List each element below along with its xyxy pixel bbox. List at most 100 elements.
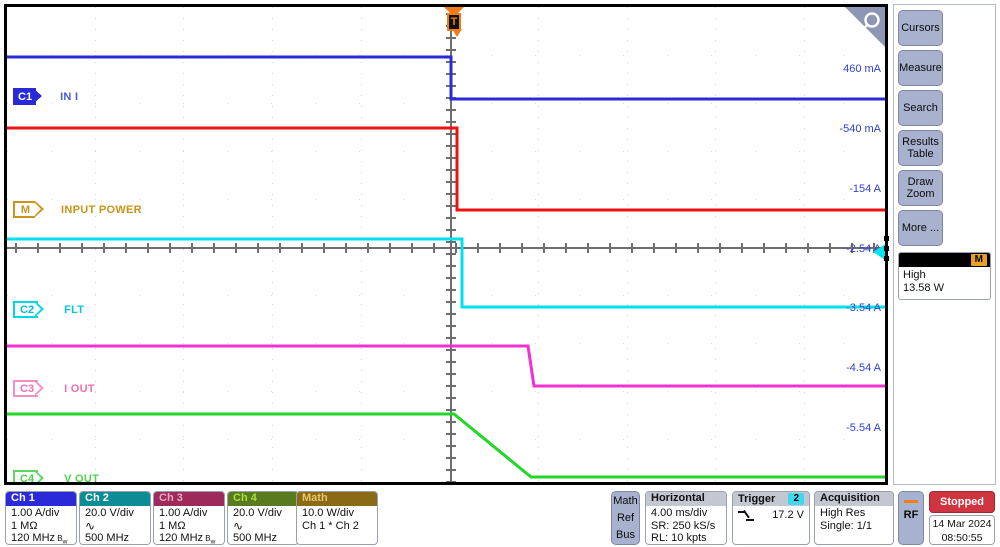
channel-tag-c4[interactable]: C4 V OUT (13, 470, 100, 485)
horizontal-card-lines: 4.00 ms/div SR: 250 kS/s RL: 10 kpts (646, 506, 726, 544)
trace-v-out (7, 412, 885, 479)
channel-card-lines-ch4: 20.0 V/div ∿ 500 MHz (228, 506, 298, 544)
channel-card-lines-ch1: 1.00 A/div 1 MΩ 120 MHz Bw (6, 506, 76, 545)
measure-button[interactable]: Measure (898, 50, 943, 86)
right-panel-buttons: Cursors Measure Search Results Table Dra… (894, 5, 995, 246)
results-table-button[interactable]: Results Table (898, 130, 943, 166)
measurement-source-header: M (899, 253, 990, 267)
trace-flt (7, 237, 885, 309)
acquisition-mode: High Res (820, 507, 866, 519)
measurement-source-badge: M (970, 254, 987, 266)
ch1-bandwidth: 120 MHz Bw (11, 532, 68, 545)
channel-tag-c2[interactable]: C2 FLT (13, 301, 84, 318)
channel-card-ch4[interactable]: Ch 4 20.0 V/div ∿ 500 MHz (227, 491, 299, 545)
ref-label: Ref (616, 512, 635, 524)
ch1-impedance: 1 MΩ (11, 519, 38, 532)
value-label-1: -540 mA (839, 123, 881, 135)
channel-label-c3: I OUT (64, 382, 95, 395)
ch2-vdiv: 20.0 V/div (85, 507, 134, 519)
ch1-vdiv: 1.00 A/div (11, 507, 60, 519)
acquisition-card[interactable]: Acquisition High Res Single: 1/1 (814, 491, 894, 545)
measurement-value: 13.58 W (903, 282, 944, 294)
channel-card-title-ch1: Ch 1 (6, 492, 76, 506)
channel-card-title-ch2: Ch 2 (80, 492, 150, 506)
trace-input-power (7, 126, 885, 212)
math-vdiv: 10.0 W/div (302, 507, 354, 519)
channel-card-title-math: Math (297, 492, 377, 506)
channel-card-title-ch3: Ch 3 (154, 492, 224, 506)
time-text: 08:50:55 (941, 532, 983, 544)
trigger-level: 17.2 V (772, 509, 804, 521)
value-label-6: -5.54 A (846, 422, 881, 434)
bw-limit-icon: Bw (203, 534, 216, 545)
trigger-card[interactable]: Trigger 2 17.2 V (732, 491, 810, 545)
channel-tag-c1[interactable]: C1 IN I (13, 88, 78, 105)
rf-indicator-bar (904, 500, 918, 503)
channel-badge-point-inner-c2 (35, 303, 41, 315)
acquisition-card-lines: High Res Single: 1/1 (815, 506, 893, 532)
trace-in-i (7, 55, 885, 101)
horizontal-timebase: 4.00 ms/div (651, 507, 708, 519)
channel-card-lines-ch3: 1.00 A/div 1 MΩ 120 MHz Bw (154, 506, 224, 545)
value-label-5: -4.54 A (846, 362, 881, 374)
trigger-source-badge: 2 (788, 493, 804, 505)
waveform-graticule[interactable]: T C1 IN I M INPUT POWER C2 FLT C3 I OUT … (4, 4, 888, 485)
ch3-vdiv: 1.00 A/div (159, 507, 208, 519)
measurement-badge[interactable]: M High 13.58 W (898, 252, 991, 300)
waveform-traces (7, 55, 885, 479)
trigger-title-text: Trigger (738, 493, 776, 505)
channel-tag-c3[interactable]: C3 I OUT (13, 380, 95, 397)
channel-label-c4: V OUT (64, 472, 100, 485)
bw-limit-icon: Bw (55, 534, 68, 545)
channel-label-math: INPUT POWER (61, 203, 142, 216)
trigger-position-marker[interactable]: T (443, 7, 465, 39)
date-text: 14 Mar 2024 (932, 518, 992, 530)
run-stop-button[interactable]: Stopped (929, 491, 995, 513)
trigger-stem-icon (452, 29, 462, 37)
panel-drag-handle[interactable] (884, 236, 890, 266)
channel-card-ch3[interactable]: Ch 3 1.00 A/div 1 MΩ 120 MHz Bw (153, 491, 225, 545)
rf-button[interactable]: RF (898, 491, 924, 545)
math-expression: Ch 1 * Ch 2 (302, 519, 359, 532)
rf-label: RF (903, 509, 919, 521)
trigger-card-title: Trigger 2 (733, 492, 809, 506)
channel-badge-point-c1 (33, 88, 42, 104)
channel-card-lines-ch2: 20.0 V/div ∿ 500 MHz (80, 506, 150, 544)
measurement-name: High (903, 269, 926, 281)
ch4-bandwidth: 500 MHz (233, 532, 278, 544)
acquisition-card-title: Acquisition (815, 492, 893, 506)
channel-badge-point-inner-c3 (35, 382, 41, 394)
horizontal-card-title: Horizontal (646, 492, 726, 506)
ac-coupling-icon: ∿ (85, 518, 96, 533)
search-button[interactable]: Search (898, 90, 943, 126)
horizontal-sample-rate: SR: 250 kS/s (651, 519, 716, 532)
value-label-4: -3.54 A (846, 302, 881, 314)
ch4-vdiv: 20.0 V/div (233, 507, 282, 519)
channel-label-c1: IN I (60, 90, 79, 103)
math-label: Math (613, 495, 638, 507)
ch3-impedance: 1 MΩ (159, 519, 186, 532)
horizontal-card[interactable]: Horizontal 4.00 ms/div SR: 250 kS/s RL: … (645, 491, 727, 545)
waveform-plot-area[interactable]: T C1 IN I M INPUT POWER C2 FLT C3 I OUT … (7, 7, 885, 482)
channel-card-title-ch4: Ch 4 (228, 492, 298, 506)
trace-i-out (7, 344, 885, 388)
ch2-bandwidth: 500 MHz (85, 532, 130, 544)
magnifier-icon[interactable] (841, 7, 885, 47)
math-ref-bus-button[interactable]: Math Ref Bus (611, 491, 640, 545)
channel-card-ch2[interactable]: Ch 2 20.0 V/div ∿ 500 MHz (79, 491, 151, 545)
ac-coupling-icon: ∿ (233, 518, 244, 533)
horizontal-record-length: RL: 10 kpts (651, 532, 707, 544)
draw-zoom-button[interactable]: Draw Zoom (898, 170, 943, 206)
measurement-body: High 13.58 W (899, 267, 990, 299)
cursors-button[interactable]: Cursors (898, 10, 943, 46)
acquisition-single-count: Single: 1/1 (820, 519, 872, 532)
more-button[interactable]: More ... (898, 210, 943, 246)
trigger-card-lines: 17.2 V (733, 506, 809, 522)
datetime-display: 14 Mar 2024 08:50:55 (929, 515, 995, 545)
value-label-2: -154 A (849, 183, 881, 195)
bottom-status-bar: Ch 1 1.00 A/div 1 MΩ 120 MHz Bw Ch 2 20.… (0, 487, 1000, 547)
right-side-panel: Cursors Measure Search Results Table Dra… (893, 4, 996, 485)
channel-tag-math[interactable]: M INPUT POWER (13, 201, 142, 218)
channel-card-math[interactable]: Math 10.0 W/div Ch 1 * Ch 2 (296, 491, 378, 545)
channel-card-ch1[interactable]: Ch 1 1.00 A/div 1 MΩ 120 MHz Bw (5, 491, 77, 545)
